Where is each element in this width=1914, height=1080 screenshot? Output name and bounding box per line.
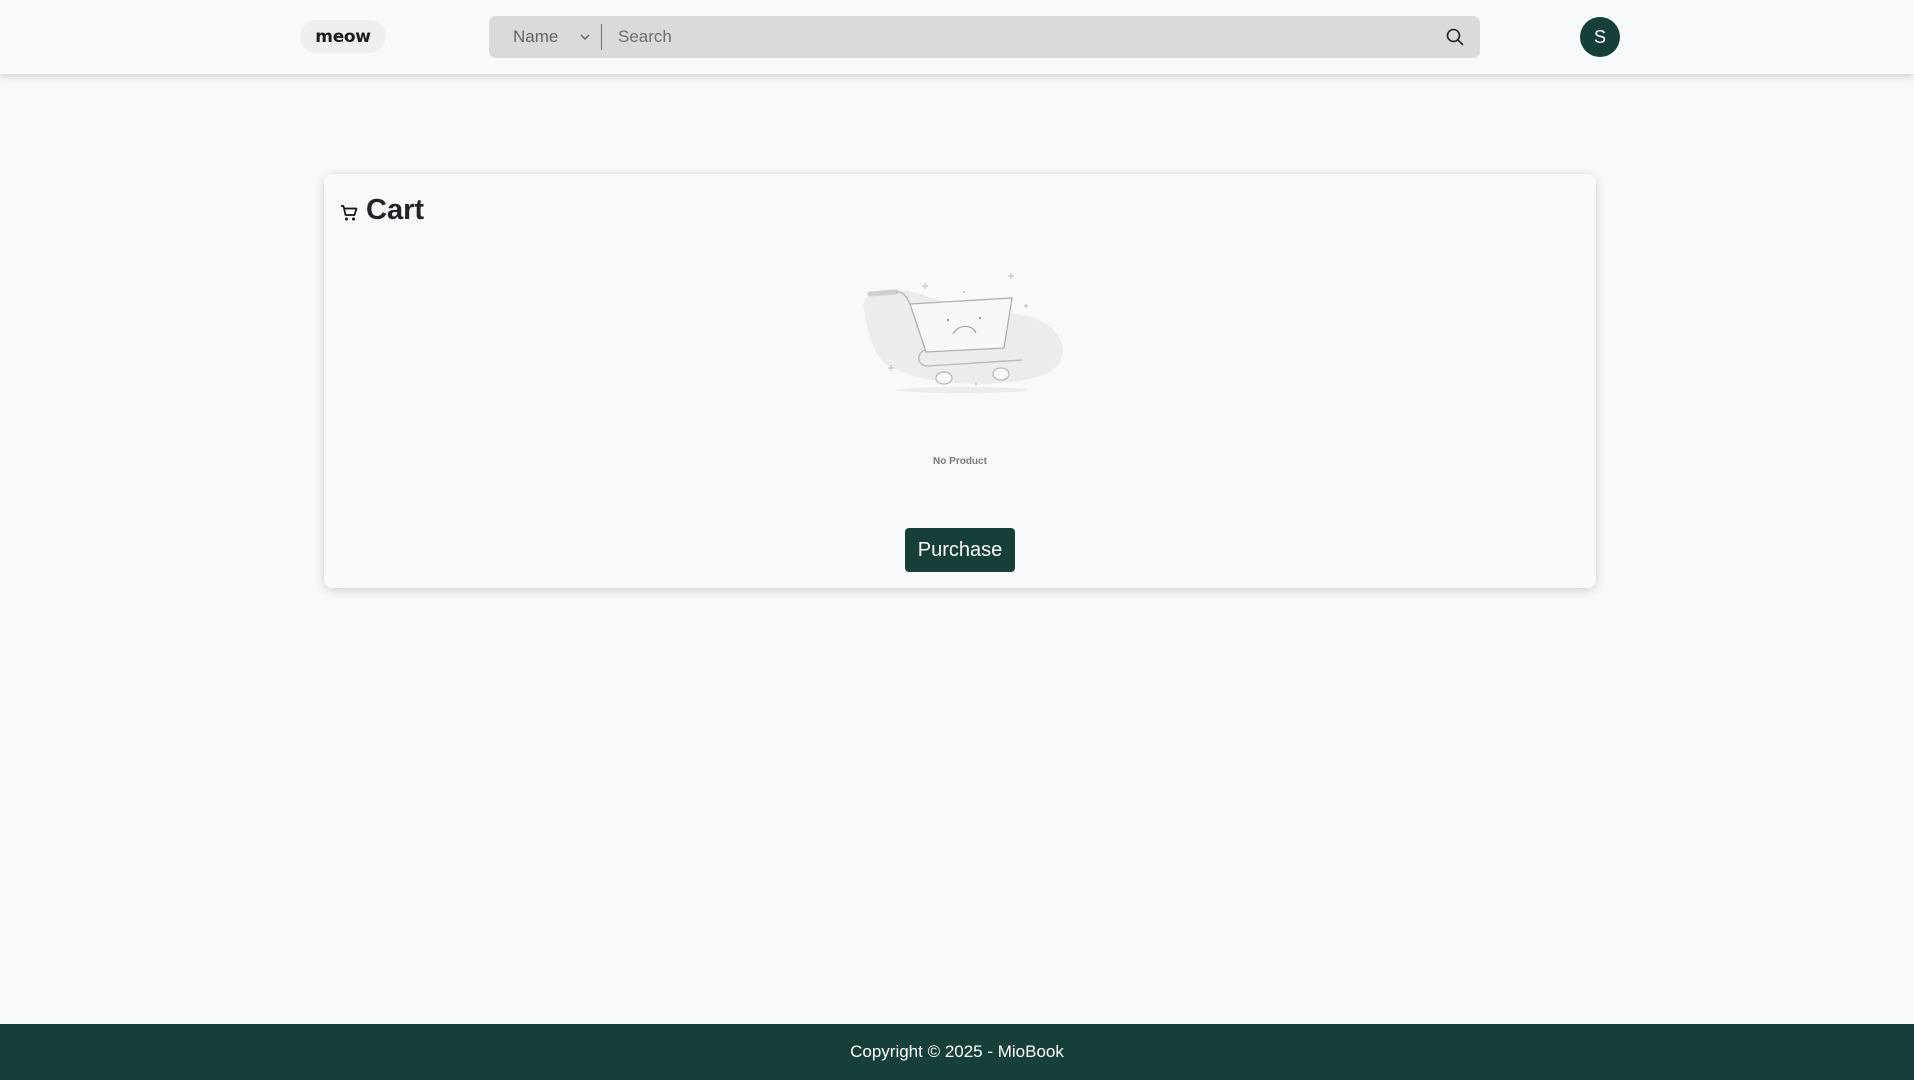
cart-panel: Cart No Product Purchase bbox=[324, 174, 1596, 588]
search-button[interactable] bbox=[1430, 16, 1480, 58]
cart-icon bbox=[341, 204, 358, 220]
purchase-button[interactable]: Purchase bbox=[905, 528, 1015, 572]
search-bar: Name bbox=[489, 16, 1480, 58]
footer: Copyright © 2025 - MioBook bbox=[0, 1024, 1914, 1080]
user-avatar[interactable]: S bbox=[1580, 17, 1620, 57]
page-title: Cart bbox=[366, 194, 425, 226]
cart-heading: Cart bbox=[340, 194, 424, 227]
empty-cart-illustration bbox=[863, 273, 1063, 393]
logo-text: meow bbox=[315, 26, 371, 47]
search-filter-value: Name bbox=[513, 27, 559, 46]
search-icon bbox=[1446, 28, 1464, 46]
avatar-initial: S bbox=[1593, 26, 1606, 47]
logo[interactable]: meow bbox=[300, 20, 386, 53]
chevron-down-icon bbox=[580, 34, 590, 40]
empty-cart-message: No Product bbox=[933, 456, 987, 467]
search-input[interactable] bbox=[602, 16, 1430, 58]
top-navbar: meow Name S bbox=[0, 0, 1914, 74]
search-filter-select[interactable]: Name bbox=[489, 16, 601, 58]
copyright-text: Copyright © 2025 - MioBook bbox=[850, 1042, 1064, 1061]
